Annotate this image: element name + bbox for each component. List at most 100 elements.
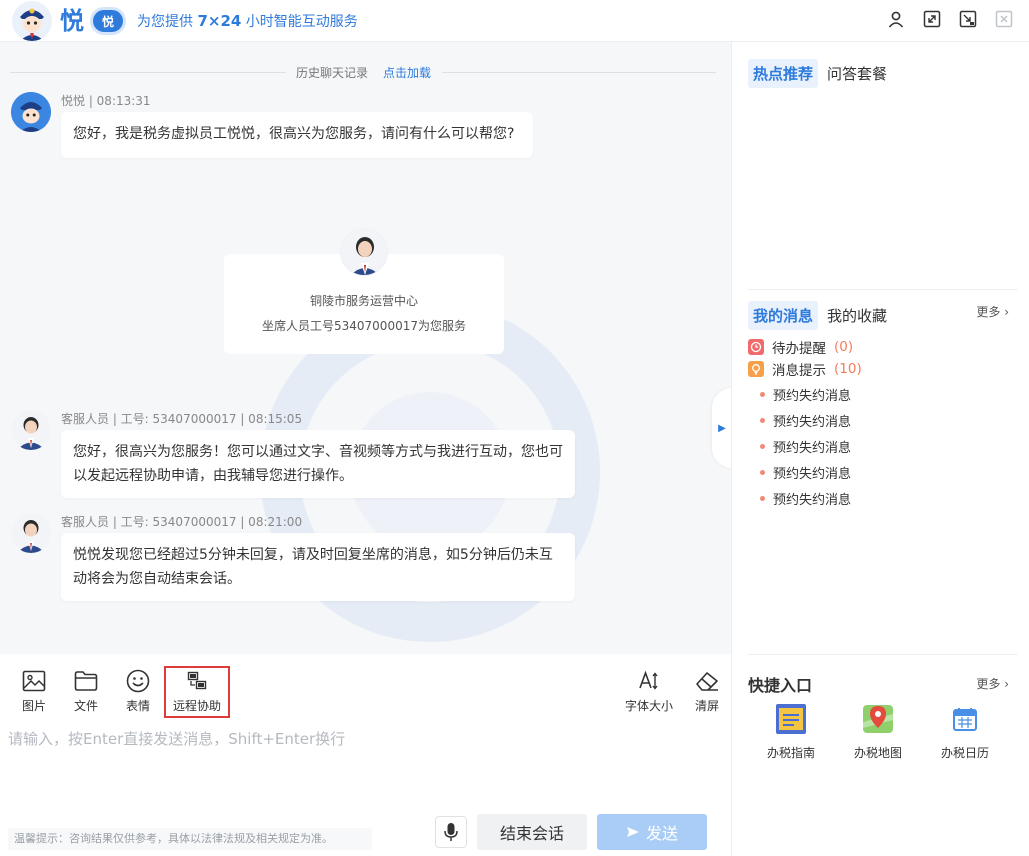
agent-message-line: 动将会为您自动结束会话。 — [73, 571, 241, 587]
quick-more-link[interactable]: 更多 › — [976, 675, 1009, 692]
send-icon — [626, 827, 639, 837]
list-item[interactable]: 预约失约消息 — [760, 385, 851, 404]
bot-avatar — [11, 92, 51, 132]
quick-label: 办税地图 — [853, 746, 902, 760]
agent-message-line: 您好，很高兴为您服务！您可以通过文字、音视频等方式与我进行互动，您也可 — [73, 444, 563, 460]
list-item-label: 预约失约消息 — [773, 389, 852, 404]
end-session-button[interactable]: 结束会话 — [477, 814, 587, 850]
notice-label: 消息提示 — [772, 363, 826, 379]
agent-message-bubble: 悦悦发现您已经超过5分钟未回复，请及时回复坐席的消息，如5分钟后仍未互 动将会为… — [61, 533, 575, 601]
file-label: 文件 — [73, 699, 98, 713]
tab-my-messages[interactable]: 我的消息 — [748, 301, 819, 330]
load-history-link[interactable]: 点击加载 — [383, 64, 431, 81]
image-icon — [22, 670, 46, 692]
exit-icon[interactable] — [957, 8, 979, 30]
agent-org: 铜陵市服务运营中心 — [309, 294, 418, 308]
list-item-label: 预约失约消息 — [773, 467, 852, 482]
more-label: 更多 — [976, 305, 1001, 319]
history-divider: 历史聊天记录 点击加载 — [10, 64, 716, 80]
todo-count: (0) — [834, 339, 854, 355]
message-tabs: 我的消息 我的收藏 — [748, 301, 892, 330]
remote-assist-highlight — [164, 666, 230, 718]
list-item[interactable]: 预约失约消息 — [760, 489, 851, 508]
collapse-sidebar-toggle[interactable]: ▶ — [712, 388, 732, 468]
todo-reminder[interactable]: 待办提醒 (0) — [748, 337, 853, 357]
list-item[interactable]: 预约失约消息 — [760, 463, 851, 482]
mascot-avatar — [12, 1, 52, 41]
font-size-button[interactable]: 字体大小 — [622, 668, 676, 714]
calendar-icon — [948, 702, 982, 736]
tab-hot-recommend[interactable]: 热点推荐 — [748, 59, 819, 88]
quick-tax-calendar[interactable]: 办税日历 — [930, 702, 1000, 761]
agent-photo — [340, 228, 388, 276]
agent-message-bubble: 您好，很高兴为您服务！您可以通过文字、音视频等方式与我进行互动，您也可 以发起远… — [61, 430, 575, 498]
user-icon[interactable] — [885, 8, 907, 30]
quick-tax-guide[interactable]: 办税指南 — [756, 702, 826, 761]
eraser-icon — [696, 672, 718, 691]
font-size-icon — [639, 670, 658, 690]
disclaimer-tip: 温馨提示：咨询结果仅供参考，具体以法律法规及相关规定为准。 — [8, 828, 372, 850]
quick-access-title: 快捷入口 — [748, 676, 813, 695]
agent-message-meta: 客服人员 | 工号: 53407000017 | 08:21:00 — [61, 515, 303, 529]
file-button[interactable]: 文件 — [66, 668, 106, 714]
tab-qa-package[interactable]: 问答套餐 — [822, 59, 892, 88]
brand-name: 悦 — [60, 6, 84, 35]
message-input-area[interactable]: 请输入，按Enter直接发送消息，Shift+Enter换行 温馨提示：咨询结果… — [0, 718, 731, 856]
agent-message-meta: 客服人员 | 工号: 53407000017 | 08:15:05 — [61, 412, 303, 426]
bot-message-bubble: 您好，我是税务虚拟员工悦悦，很高兴为您服务，请问有什么可以帮您? — [61, 112, 533, 158]
clear-screen-button[interactable]: 清屏 — [687, 668, 727, 714]
todo-label: 待办提醒 — [772, 341, 826, 357]
voice-button[interactable] — [435, 816, 467, 848]
emoji-button[interactable]: 表情 — [118, 668, 158, 714]
clear-screen-label: 清屏 — [694, 699, 719, 713]
list-item[interactable]: 预约失约消息 — [760, 411, 851, 430]
close-icon[interactable] — [993, 8, 1015, 30]
smile-icon — [126, 669, 150, 693]
more-label: 更多 — [976, 677, 1001, 691]
window-controls — [885, 8, 1015, 30]
bulb-icon — [748, 361, 764, 377]
recommend-tabs: 热点推荐 问答套餐 — [748, 59, 892, 88]
history-label: 历史聊天记录 — [296, 66, 369, 80]
input-toolbar: 图片 文件 表情 远程协助 字体大小 清屏 — [0, 654, 731, 718]
fullscreen-icon[interactable] — [921, 8, 943, 30]
top-bar: 悦 悦 为您提供 7×24 小时智能互动服务 — [0, 0, 1029, 42]
font-size-label: 字体大小 — [624, 699, 673, 713]
list-item[interactable]: 预约失约消息 — [760, 437, 851, 456]
slogan-bold: 7×24 — [197, 12, 242, 30]
image-button[interactable]: 图片 — [14, 668, 54, 714]
quick-label: 办税日历 — [940, 746, 989, 760]
folder-icon — [74, 671, 98, 691]
brand-badge: 悦 — [90, 7, 126, 35]
caret-right-icon: ▶ — [718, 422, 726, 434]
quick-label: 办税指南 — [766, 746, 815, 760]
slogan-suffix: 小时智能互动服务 — [245, 14, 358, 30]
list-item-label: 预约失约消息 — [773, 441, 852, 456]
quick-tax-map[interactable]: 办税地图 — [843, 702, 913, 761]
list-item-label: 预约失约消息 — [773, 415, 852, 430]
section-divider — [748, 654, 1018, 655]
tab-my-favorites[interactable]: 我的收藏 — [822, 301, 892, 330]
agent-card: 铜陵市服务运营中心 坐席人员工号53407000017为您服务 — [224, 228, 504, 354]
message-notice[interactable]: 消息提示 (10) — [748, 359, 862, 379]
agent-message-line: 以发起远程协助申请，由我辅导您进行操作。 — [73, 468, 353, 484]
bot-message-meta: 悦悦 | 08:13:31 — [61, 94, 151, 108]
agent-avatar — [11, 410, 51, 450]
messages-more-link[interactable]: 更多 › — [976, 303, 1009, 320]
clock-icon — [748, 339, 764, 355]
send-label: 发送 — [645, 824, 678, 843]
agent-id: 坐席人员工号53407000017为您服务 — [262, 319, 466, 333]
chat-area[interactable]: 历史聊天记录 点击加载 悦悦 | 08:13:31 您好，我是税务虚拟员工悦悦，… — [0, 42, 731, 654]
send-button[interactable]: 发送 — [597, 814, 707, 850]
agent-message-line: 悦悦发现您已经超过5分钟未回复，请及时回复坐席的消息，如5分钟后仍未互 — [73, 547, 553, 563]
tax-guide-icon — [774, 702, 808, 736]
bot-message-text: 您好，我是税务虚拟员工悦悦，很高兴为您服务，请问有什么可以帮您? — [73, 126, 515, 142]
section-divider — [748, 289, 1018, 290]
message-input[interactable]: 请输入，按Enter直接发送消息，Shift+Enter换行 — [8, 728, 345, 749]
agent-avatar — [11, 513, 51, 553]
emoji-label: 表情 — [125, 699, 150, 713]
microphone-icon — [444, 823, 458, 841]
slogan-prefix: 为您提供 — [137, 14, 193, 30]
list-item-label: 预约失约消息 — [773, 493, 852, 508]
slogan: 为您提供 7×24 小时智能互动服务 — [137, 11, 358, 31]
